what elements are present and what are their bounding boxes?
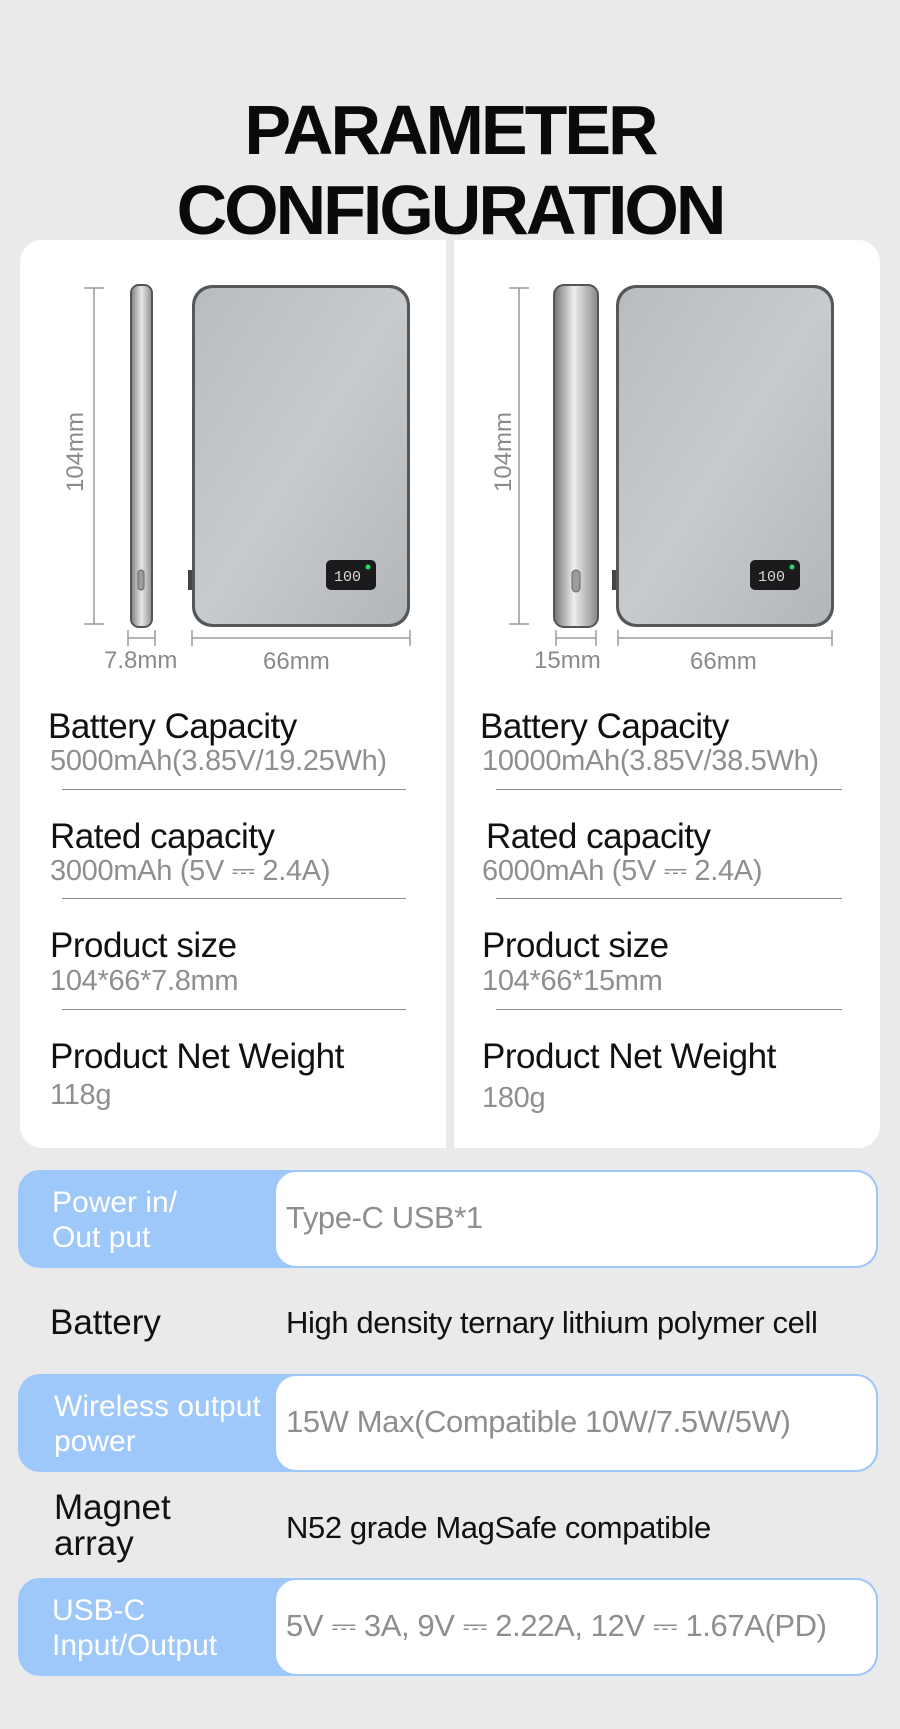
row-value: N52 grade MagSafe compatible [286, 1510, 711, 1545]
spec-heading-net-weight: Product Net Weight [482, 1037, 776, 1076]
spec-heading-rated-capacity: Rated capacity [486, 817, 711, 856]
product-panel-10000: 100 104mm 15mm 66mm Battery Capacity 100… [454, 240, 880, 1148]
spec-value-battery-capacity: 5000mAh(3.85V/19.25Wh) [50, 745, 387, 777]
row-value: 15W Max(Compatible 10W/7.5W/5W) [286, 1404, 791, 1439]
row-label-line1: Wireless output [54, 1390, 261, 1423]
height-dimension-label: 104mm [62, 411, 89, 492]
spec-divider [496, 1009, 842, 1010]
screen-readout: 100 [758, 569, 785, 586]
row-label-line1: Battery [50, 1303, 161, 1342]
spec-heading-battery-capacity: Battery Capacity [48, 707, 297, 746]
spec-divider [62, 898, 406, 899]
card-divider [446, 240, 454, 1148]
spec-divider [62, 1009, 406, 1010]
page-title: PARAMETER CONFIGURATION [176, 91, 727, 249]
product-panel-5000: 100 104mm 7.8mm 66mm Battery Capacity 50… [20, 240, 446, 1148]
spec-heading-product-size: Product size [482, 926, 669, 965]
spec-row-power-in-out: Power in/ Out put Type-C USB*1 [18, 1170, 878, 1268]
screen-readout: 100 [334, 569, 361, 586]
row-value: Type-C USB*1 [286, 1200, 483, 1235]
row-label-line1: Magnet [54, 1488, 171, 1527]
spec-row-battery: Battery High density ternary lithium pol… [18, 1275, 878, 1373]
row-value: 5V ⎓ 3A, 9V ⎓ 2.22A, 12V ⎓ 1.67A(PD) [286, 1608, 827, 1643]
height-dimension-label: 104mm [490, 411, 517, 492]
spec-heading-rated-capacity: Rated capacity [50, 817, 275, 856]
row-label-line2: array [54, 1524, 134, 1563]
spec-divider [62, 789, 406, 790]
spec-value-net-weight: 180g [482, 1082, 546, 1114]
spec-divider [496, 898, 842, 899]
spec-value-rated-capacity: 6000mAh (5V ⎓ 2.4A) [482, 855, 763, 887]
spec-row-magnet-array: Magnet array N52 grade MagSafe compatibl… [18, 1480, 878, 1578]
spec-heading-battery-capacity: Battery Capacity [480, 707, 729, 746]
spec-divider [496, 789, 842, 790]
spec-value-rated-capacity: 3000mAh (5V ⎓ 2.4A) [50, 855, 331, 887]
row-label-line2: power [54, 1425, 136, 1458]
spec-row-usb-c: USB-C Input/Output 5V ⎓ 3A, 9V ⎓ 2.22A, … [18, 1578, 878, 1676]
spec-row-wireless-output: Wireless output power 15W Max(Compatible… [18, 1374, 878, 1472]
thickness-dimension-label: 7.8mm [104, 647, 178, 674]
spec-value-product-size: 104*66*7.8mm [50, 965, 239, 997]
spec-value-net-weight: 118g [50, 1079, 112, 1111]
row-label-line2: Input/Output [52, 1629, 218, 1662]
row-label-line2: Out put [52, 1221, 151, 1254]
width-dimension-label: 66mm [263, 648, 330, 675]
row-value: High density ternary lithium polymer cel… [286, 1305, 818, 1340]
product-comparison-card: 100 104mm 7.8mm 66mm Battery Capacity 50… [20, 240, 880, 1148]
spec-heading-product-size: Product size [50, 926, 237, 965]
spec-value-battery-capacity: 10000mAh(3.85V/38.5Wh) [482, 745, 819, 777]
spec-heading-net-weight: Product Net Weight [50, 1037, 344, 1076]
row-label-line1: Power in/ [52, 1186, 178, 1219]
spec-value-product-size: 104*66*15mm [482, 965, 663, 997]
row-label-line1: USB-C [52, 1594, 146, 1627]
width-dimension-label: 66mm [690, 648, 757, 675]
thickness-dimension-label: 15mm [534, 647, 601, 674]
